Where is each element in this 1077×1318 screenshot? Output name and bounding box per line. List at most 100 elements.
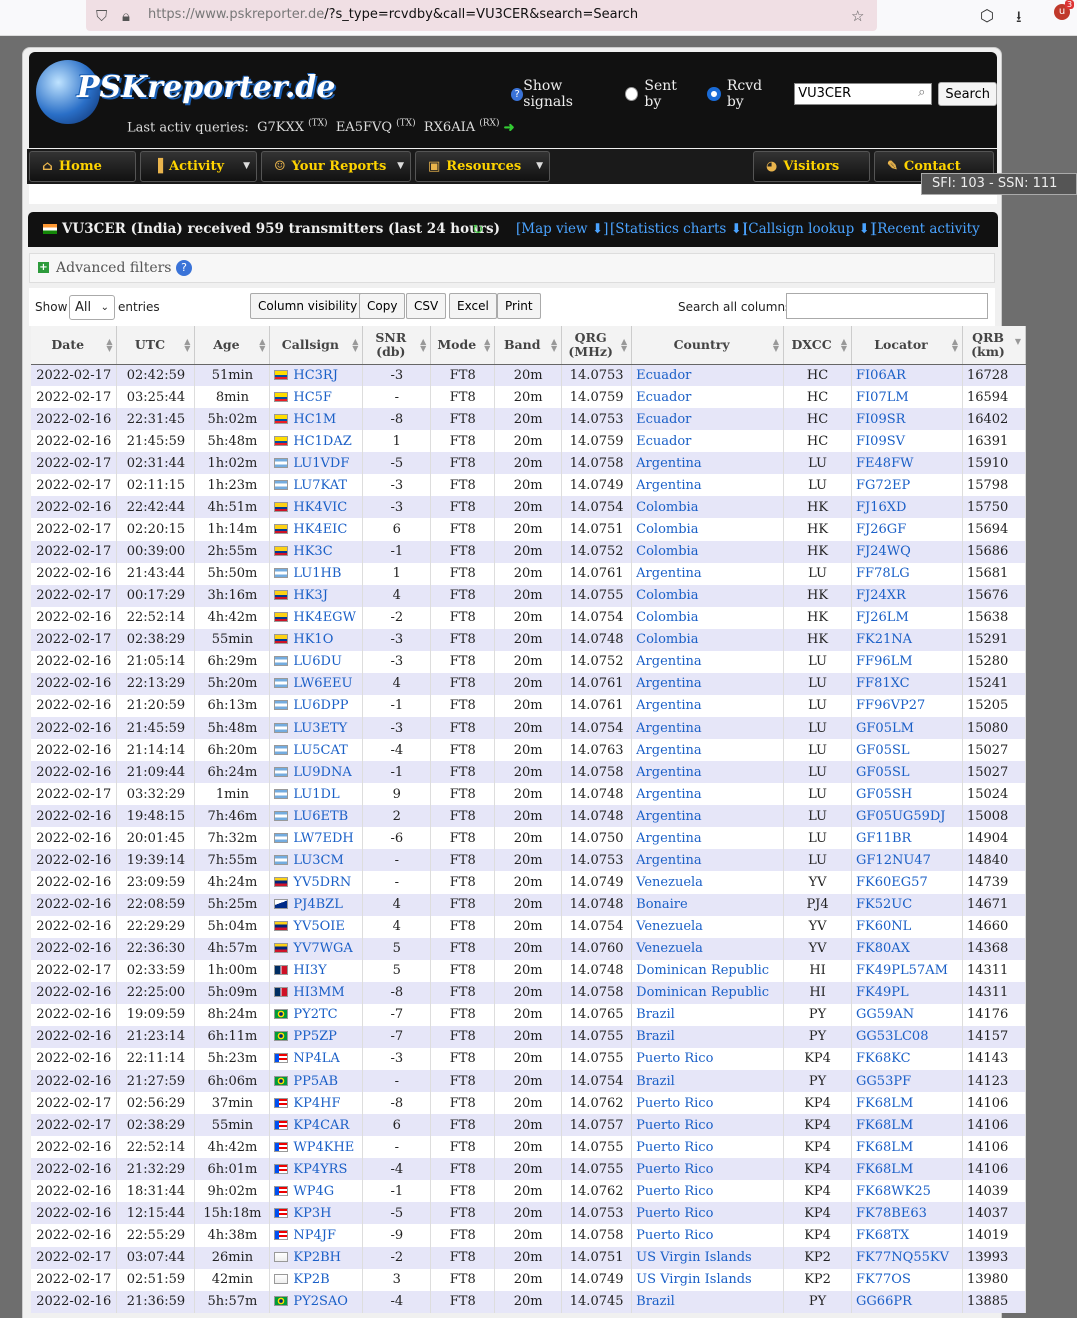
sort-arrows-icon[interactable]: ▲ ▼ bbox=[420, 337, 426, 352]
cell-country[interactable]: Ecuador bbox=[631, 430, 785, 453]
cell-country[interactable]: Argentina bbox=[631, 827, 785, 850]
cell-country[interactable]: Colombia bbox=[631, 540, 785, 563]
cell-locator[interactable]: FK77NQ55KV bbox=[851, 1246, 963, 1269]
advanced-filters-toggle[interactable]: Advanced filters bbox=[56, 254, 172, 282]
cell-callsign[interactable]: PY2TC bbox=[269, 1003, 364, 1026]
nav-activity[interactable]: ▐ Activity ▼ bbox=[140, 151, 257, 182]
cell-callsign[interactable]: HK3J bbox=[269, 584, 364, 607]
cell-callsign[interactable]: KP4YRS bbox=[269, 1158, 364, 1181]
cell-country[interactable]: Argentina bbox=[631, 761, 785, 784]
cell-country[interactable]: Puerto Rico bbox=[631, 1202, 785, 1225]
cell-locator[interactable]: GG59AN bbox=[851, 1003, 963, 1026]
sort-arrows-icon[interactable]: ▲ ▼ bbox=[484, 337, 490, 352]
cell-locator[interactable]: FG72EP bbox=[851, 474, 963, 497]
cell-country[interactable]: Colombia bbox=[631, 606, 785, 629]
site-logo[interactable]: PSKreporter.de bbox=[77, 70, 336, 105]
cell-country[interactable]: Puerto Rico bbox=[631, 1136, 785, 1159]
cell-callsign[interactable]: HC5F bbox=[269, 386, 364, 409]
address-bar[interactable]: ⛉ 🔒︎ https://www.pskreporter.de/?s_type=… bbox=[86, 0, 877, 31]
column-header-locator[interactable]: Locator ▲ ▼ bbox=[851, 326, 963, 365]
cell-callsign[interactable]: LU7KAT bbox=[269, 474, 364, 497]
callsign-input[interactable]: VU3CER ⌕ bbox=[794, 83, 933, 105]
cell-country[interactable]: Dominican Republic bbox=[631, 959, 785, 982]
url-text[interactable]: https://www.pskreporter.de/?s_type=rcvdb… bbox=[148, 7, 638, 22]
cell-country[interactable]: Argentina bbox=[631, 650, 785, 673]
cell-locator[interactable]: FJ26GF bbox=[851, 518, 963, 541]
map-view-link[interactable]: [Map view ⬇] bbox=[516, 212, 608, 247]
cell-country[interactable]: Argentina bbox=[631, 849, 785, 872]
last-query-3[interactable]: RX6AIA (RX) bbox=[424, 119, 500, 135]
cell-callsign[interactable]: KP2BH bbox=[269, 1246, 364, 1269]
cell-locator[interactable]: FF96VP27 bbox=[851, 694, 963, 717]
cell-locator[interactable]: GF05SL bbox=[851, 739, 963, 762]
cell-locator[interactable]: GG53LC08 bbox=[851, 1025, 963, 1048]
cell-callsign[interactable]: LW6EEU bbox=[269, 672, 364, 695]
cell-callsign[interactable]: PY2SAO bbox=[269, 1290, 364, 1313]
csv-button[interactable]: CSV bbox=[406, 293, 447, 319]
cell-callsign[interactable]: KP2B bbox=[269, 1268, 364, 1291]
cell-locator[interactable]: GF05UG59DJ bbox=[851, 805, 963, 828]
cell-country[interactable]: Argentina bbox=[631, 474, 785, 497]
cell-country[interactable]: Venezuela bbox=[631, 871, 785, 894]
cell-country[interactable]: Venezuela bbox=[631, 937, 785, 960]
cell-callsign[interactable]: LU6DU bbox=[269, 650, 364, 673]
cell-country[interactable]: Argentina bbox=[631, 694, 785, 717]
cell-callsign[interactable]: LU9DNA bbox=[269, 761, 364, 784]
nav-visitors[interactable]: ◕ Visitors bbox=[753, 151, 870, 182]
cell-locator[interactable]: GF05SL bbox=[851, 761, 963, 784]
cell-country[interactable]: Ecuador bbox=[631, 364, 785, 387]
cell-callsign[interactable]: HI3MM bbox=[269, 981, 364, 1004]
arrow-right-icon[interactable]: ➜ bbox=[504, 120, 515, 135]
cell-locator[interactable]: FK60NL bbox=[851, 915, 963, 938]
cell-country[interactable]: Puerto Rico bbox=[631, 1047, 785, 1070]
cell-locator[interactable]: FF96LM bbox=[851, 650, 963, 673]
cell-country[interactable]: Colombia bbox=[631, 628, 785, 651]
cell-locator[interactable]: GG53PF bbox=[851, 1070, 963, 1093]
sort-arrows-icon[interactable]: ▲ ▼ bbox=[184, 337, 190, 352]
cell-country[interactable]: US Virgin Islands bbox=[631, 1246, 785, 1269]
sort-arrows-icon[interactable]: ▲ ▼ bbox=[352, 337, 358, 352]
cell-callsign[interactable]: LU1VDF bbox=[269, 452, 364, 475]
excel-button[interactable]: Excel bbox=[449, 293, 497, 319]
rcvd-by-radio[interactable] bbox=[707, 87, 721, 101]
cell-country[interactable]: Colombia bbox=[631, 518, 785, 541]
cell-country[interactable]: Puerto Rico bbox=[631, 1158, 785, 1181]
cell-callsign[interactable]: HK1O bbox=[269, 628, 364, 651]
cell-callsign[interactable]: KP3H bbox=[269, 1202, 364, 1225]
cell-country[interactable]: Argentina bbox=[631, 739, 785, 762]
last-query-1[interactable]: G7KXX (TX) bbox=[257, 119, 327, 135]
cell-callsign[interactable]: YV7WGA bbox=[269, 937, 364, 960]
cell-locator[interactable]: FE48FW bbox=[851, 452, 963, 475]
copy-button[interactable]: Copy bbox=[359, 293, 406, 319]
nav-resources[interactable]: ▣ Resources ▼ bbox=[415, 151, 550, 182]
cell-callsign[interactable]: HK4VIC bbox=[269, 496, 364, 519]
refresh-icon[interactable]: ↻ bbox=[471, 212, 484, 247]
cell-locator[interactable]: FK68KC bbox=[851, 1047, 963, 1070]
entries-select[interactable]: All ⌄ bbox=[69, 295, 115, 320]
column-header-country[interactable]: Country ▲ ▼ bbox=[631, 326, 785, 365]
statistics-charts-link[interactable]: [Statistics charts ⬇] bbox=[610, 212, 747, 247]
cell-callsign[interactable]: PJ4BZL bbox=[269, 893, 364, 916]
cell-locator[interactable]: FK77OS bbox=[851, 1268, 963, 1291]
cell-country[interactable]: US Virgin Islands bbox=[631, 1268, 785, 1291]
cell-callsign[interactable]: HK3C bbox=[269, 540, 364, 563]
sort-arrows-icon[interactable]: ▲ ▼ bbox=[259, 337, 265, 352]
column-header-dxcc[interactable]: DXCC ▲ ▼ bbox=[783, 326, 853, 365]
shield-icon[interactable]: ⛉ bbox=[96, 7, 107, 25]
cell-callsign[interactable]: PP5ZP bbox=[269, 1025, 364, 1048]
cell-locator[interactable]: FK68LM bbox=[851, 1114, 963, 1137]
sort-arrows-icon[interactable]: ▲ ▼ bbox=[106, 337, 112, 352]
cell-callsign[interactable]: PP5AB bbox=[269, 1070, 364, 1093]
nav-home[interactable]: ⌂ Home bbox=[29, 151, 136, 182]
column-header-qrb[interactable]: QRB (km) ▼ bbox=[962, 326, 1027, 365]
sort-arrows-icon[interactable]: ▼ bbox=[1015, 337, 1021, 345]
cell-country[interactable]: Ecuador bbox=[631, 386, 785, 409]
cell-locator[interactable]: FK68LM bbox=[851, 1092, 963, 1115]
cell-callsign[interactable]: LU5CAT bbox=[269, 739, 364, 762]
cell-locator[interactable]: FK68WK25 bbox=[851, 1180, 963, 1203]
print-button[interactable]: Print bbox=[497, 293, 541, 319]
cell-callsign[interactable]: LU6DPP bbox=[269, 694, 364, 717]
cell-callsign[interactable]: WP4G bbox=[269, 1180, 364, 1203]
pocket-icon[interactable]: ⬡ bbox=[980, 6, 994, 25]
cell-country[interactable]: Brazil bbox=[631, 1025, 785, 1048]
